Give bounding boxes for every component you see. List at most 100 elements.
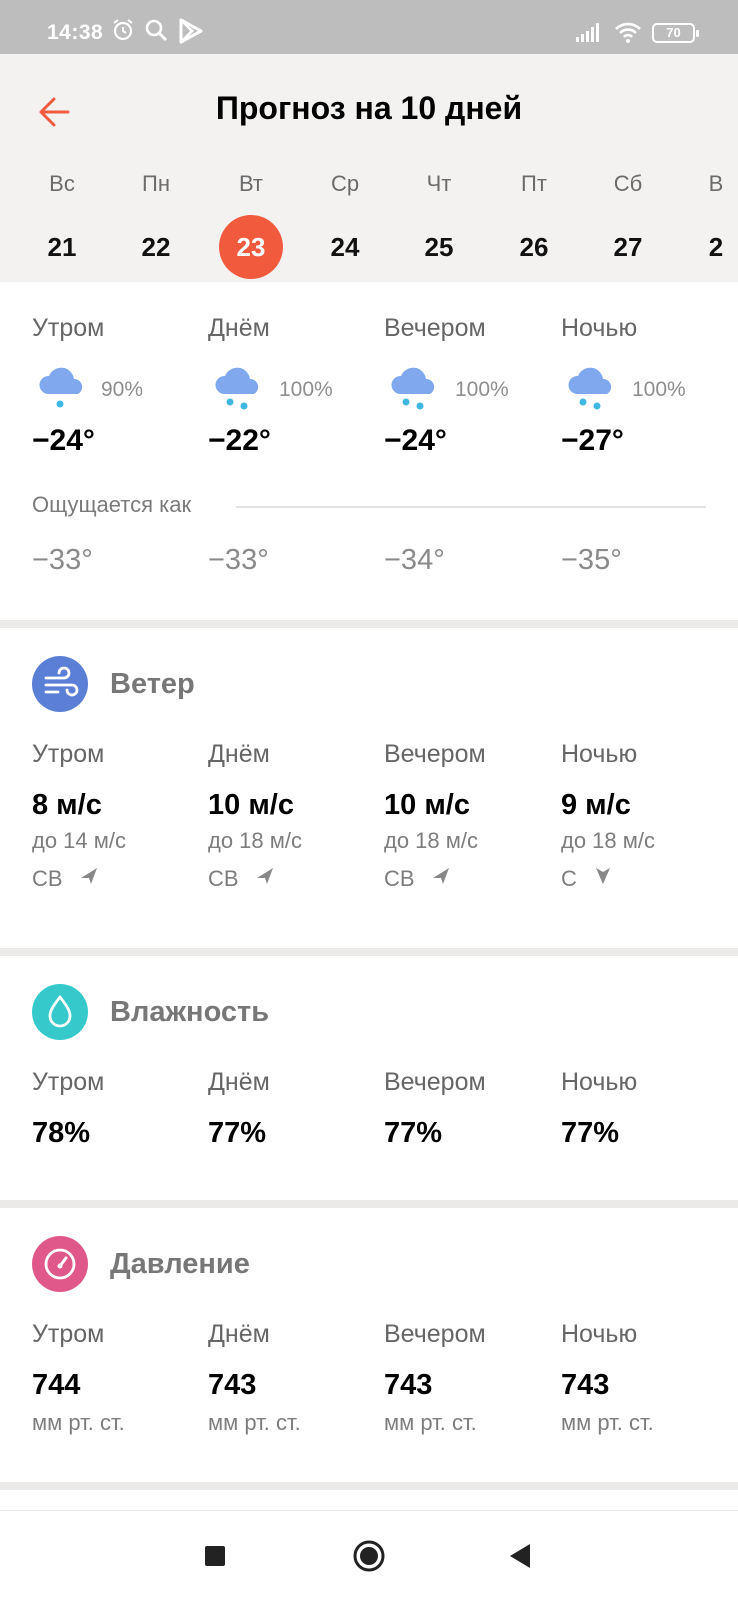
pressure-value: 743 [384,1369,433,1401]
period-label: Днём [208,1320,270,1348]
humidity-value: 77% [384,1117,443,1149]
day-of-week: Чт [426,171,452,196]
wind-card: Ветер Утром 8 м/с до 14 м/с СВ Днём 10 м… [0,628,738,948]
day-of-week: Ср [330,171,360,196]
temperature: −24° [384,424,447,457]
triangle-back-icon [510,1544,530,1568]
wind-direction: С [561,866,731,892]
day-number: 27 [613,232,643,262]
home-button[interactable] [352,1539,386,1578]
day-item[interactable]: Пн 22 [116,169,196,279]
recents-button[interactable] [204,1545,226,1572]
cloud-snow-icon [36,362,90,417]
day-of-week: Пт [521,171,547,196]
section-title: Ветер [110,668,195,700]
day-number: 22 [141,232,171,262]
day-number: 24 [330,232,360,262]
period-label: Утром [32,314,105,342]
period-label: Утром [32,740,105,768]
day-item[interactable]: Вс 21 [22,169,102,279]
day-item[interactable]: Чт 25 [399,169,479,279]
period-label: Вечером [384,740,486,768]
day-number: 2 [708,232,724,262]
period-label: Днём [208,740,270,768]
back-nav-button[interactable] [508,1543,532,1574]
day-item[interactable]: Пт 26 [494,169,574,279]
pressure-unit: мм рт. ст. [208,1410,301,1435]
cloud-heavy-snow-icon [388,362,442,417]
temperature: −24° [32,424,95,457]
pressure-card: Давление Утром 744 мм рт. ст. Днём 743 м… [0,1208,738,1482]
wind-gust: до 18 м/с [384,828,479,853]
period-label: Ночью [561,1068,638,1096]
wind-speed: 8 м/с [32,789,102,821]
alarm-icon [111,18,135,47]
day-of-week: Вс [49,171,75,196]
feels-like-label: Ощущается как [32,492,192,517]
status-time: 14:38 [47,21,104,44]
day-number: 25 [424,232,454,262]
forecast-col: Днём [208,314,378,343]
wind-direction: СВ [208,866,378,892]
wind-direction: СВ [32,866,202,892]
wind-gust: до 14 м/с [32,828,127,853]
day-item-selected[interactable]: Вт 23 [211,169,291,279]
day-item[interactable]: В 2 [696,169,736,279]
humidity-value: 77% [561,1117,620,1149]
forecast-col: Утром [32,314,202,343]
cloud-heavy-snow-icon [565,362,619,417]
status-bar: 14:38 70 [0,0,738,54]
day-number: 26 [519,232,549,262]
period-label: Вечером [384,1320,486,1348]
forecast-col: Вечером [384,314,554,343]
pressure-value: 743 [208,1369,257,1401]
pressure-col: Вечером 743 мм рт. ст. [384,1320,554,1436]
day-item[interactable]: Ср 24 [305,169,385,279]
day-number: 23 [219,215,283,279]
day-of-week: Сб [613,171,643,196]
wind-col: Днём 10 м/с до 18 м/с СВ [208,740,378,892]
forecast-col: Ночью [561,314,731,343]
wind-arrow-icon [596,868,611,884]
wind-arrow-icon [80,868,97,884]
wind-direction: СВ [384,866,554,892]
circle-icon [353,1540,385,1572]
humidity-value: 78% [32,1117,91,1149]
day-item[interactable]: Сб 27 [588,169,668,279]
temperature: −22° [208,424,271,457]
humidity-col: Днём 77% [208,1068,378,1150]
wind-icon [32,656,88,712]
day-number: 21 [47,232,77,262]
humidity-value: 77% [208,1117,267,1149]
feels-like-value: −33° [208,544,269,576]
page-title: Прогноз на 10 дней [215,90,523,126]
square-icon [205,1546,225,1566]
signal-icon [576,22,604,47]
wind-speed: 9 м/с [561,789,631,821]
forecast-card: Утром Днём Вечером Ночью 90% 100% 100% 1… [0,282,738,620]
wifi-icon [614,20,642,49]
wind-arrow-icon [256,868,273,884]
humidity-col: Утром 78% [32,1068,202,1150]
wind-direction-label: СВ [32,866,63,891]
wind-col: Утром 8 м/с до 14 м/с СВ [32,740,202,892]
cloud-heavy-snow-icon [212,362,266,417]
wind-direction-label: С [561,866,577,891]
wind-speed: 10 м/с [208,789,294,821]
wind-speed: 10 м/с [384,789,470,821]
pressure-col: Ночью 743 мм рт. ст. [561,1320,731,1436]
feels-like-value: −33° [32,544,93,576]
section-title: Давление [110,1248,250,1280]
next-card [0,1490,738,1510]
wind-gust: до 18 м/с [208,828,303,853]
humidity-col: Вечером 77% [384,1068,554,1150]
feels-like-value: −34° [384,544,445,576]
day-of-week: Вт [238,171,264,196]
header: Прогноз на 10 дней Вс 21 Пн 22 Вт 23 Ср … [0,54,738,282]
period-label: Ночью [561,314,638,342]
precip-probability: 100% [632,378,686,401]
period-label: Днём [208,1068,270,1096]
precip-probability: 90% [101,378,144,401]
wind-direction-label: СВ [208,866,239,891]
humidity-col: Ночью 77% [561,1068,731,1150]
